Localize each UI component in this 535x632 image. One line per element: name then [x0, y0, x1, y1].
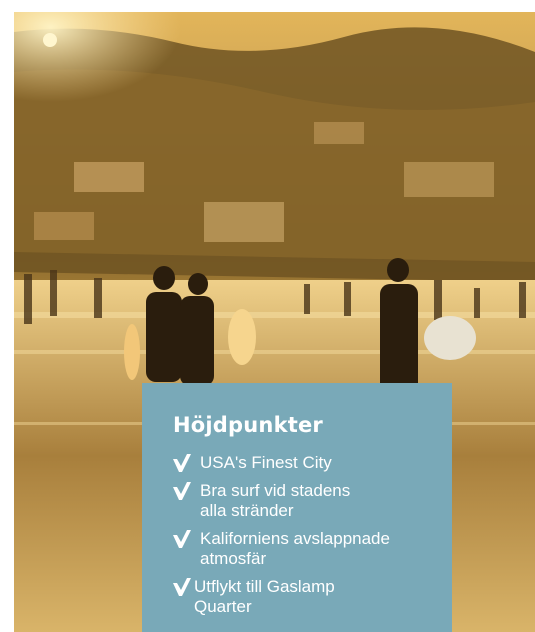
- list-item: Bra surf vid stadens alla stränder: [172, 481, 432, 521]
- list-item-text: Utflykt till Gaslamp Quarter: [194, 577, 335, 616]
- check-icon: [173, 454, 191, 472]
- list-item: USA's Finest City: [172, 453, 432, 473]
- check-icon: [173, 530, 191, 548]
- highlights-title: Höjdpunkter: [173, 413, 323, 437]
- list-item-text: Kaliforniens avslappnade atmosfär: [200, 529, 390, 568]
- check-icon: [173, 578, 191, 596]
- list-item-text: Bra surf vid stadens alla stränder: [200, 481, 351, 520]
- list-item-text: USA's Finest City: [200, 453, 332, 472]
- highlights-list: USA's Finest City Bra surf vid stadens a…: [172, 453, 432, 625]
- list-item: Utflykt till Gaslamp Quarter: [172, 577, 432, 617]
- list-item: Kaliforniens avslappnade atmosfär: [172, 529, 432, 569]
- check-icon: [173, 482, 191, 500]
- highlights-card: Höjdpunkter USA's Finest City Bra surf v…: [142, 383, 452, 632]
